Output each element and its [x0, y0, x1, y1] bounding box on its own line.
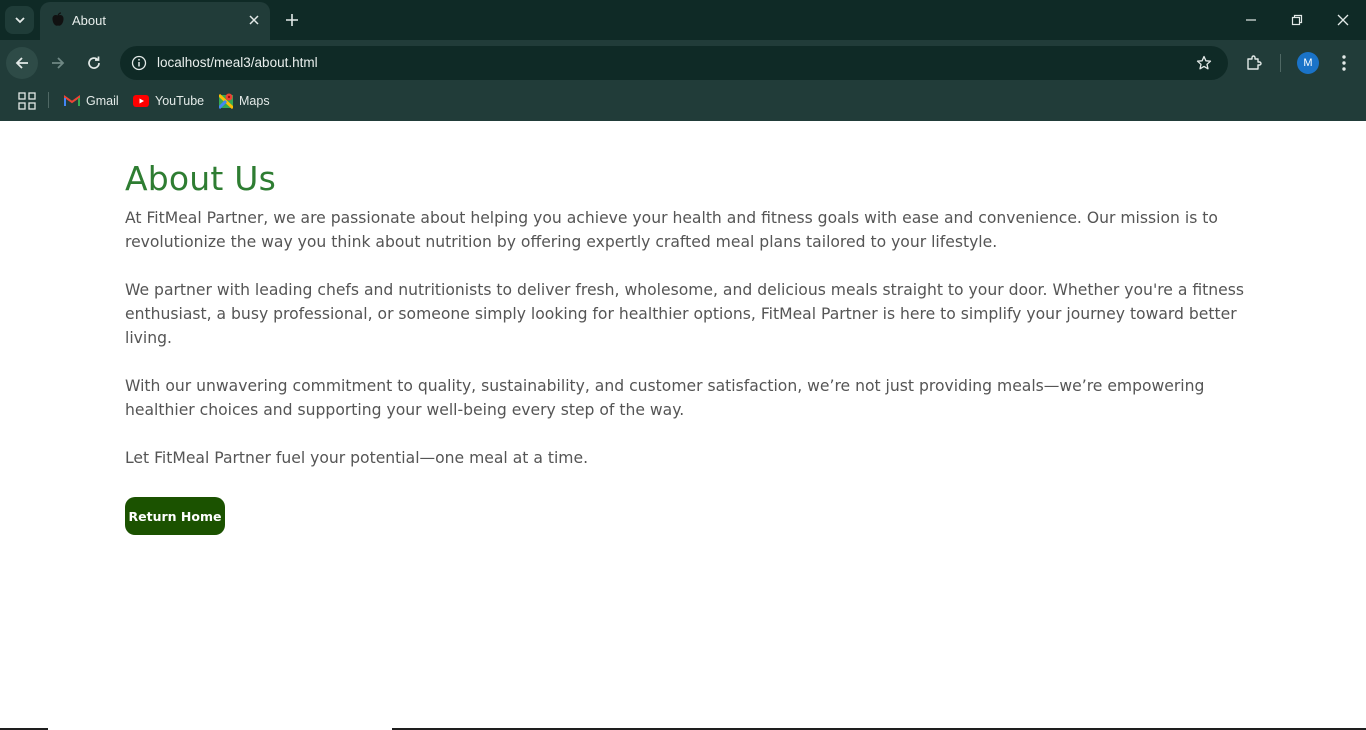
tab-title: About — [72, 13, 106, 28]
bookmark-label: YouTube — [155, 94, 205, 108]
toolbar-divider — [1280, 54, 1281, 72]
about-paragraph: We partner with leading chefs and nutrit… — [125, 281, 1245, 347]
page-viewport: About Us At FitMeal Partner, we are pass… — [0, 121, 1366, 728]
about-paragraph: At FitMeal Partner, we are passionate ab… — [125, 209, 1218, 251]
profile-avatar[interactable]: M — [1297, 52, 1319, 74]
browser-menu-button[interactable] — [1333, 52, 1355, 74]
page-title: About Us — [125, 159, 277, 198]
about-paragraph: With our unwavering commitment to qualit… — [125, 377, 1205, 419]
arrow-left-icon — [15, 57, 28, 69]
back-button[interactable] — [6, 47, 38, 79]
puzzle-icon — [1247, 55, 1262, 70]
about-paragraph: Let FitMeal Partner fuel your potential—… — [125, 449, 589, 467]
close-window-button[interactable] — [1331, 8, 1355, 32]
bookmark-youtube[interactable]: YouTube — [133, 91, 204, 111]
extensions-button[interactable] — [1243, 52, 1265, 74]
address-bar[interactable]: localhost/meal3/about.html — [120, 46, 1228, 80]
apps-grid-icon[interactable] — [18, 92, 36, 110]
new-tab-button[interactable] — [282, 10, 302, 30]
tab-search-button[interactable] — [5, 6, 34, 34]
bookmark-label: Maps — [239, 94, 270, 108]
youtube-icon — [133, 95, 149, 107]
restore-icon — [1291, 14, 1303, 26]
plus-icon — [286, 14, 298, 26]
bookmarks-divider — [48, 92, 49, 108]
restore-button[interactable] — [1285, 8, 1309, 32]
reload-icon — [88, 56, 100, 69]
site-info-button[interactable] — [130, 54, 148, 72]
minimize-button[interactable] — [1239, 8, 1263, 32]
chevron-down-icon — [14, 17, 25, 24]
arrow-right-icon — [52, 57, 65, 69]
close-icon — [249, 15, 259, 25]
url-text: localhost/meal3/about.html — [157, 55, 318, 70]
bookmark-gmail[interactable]: Gmail — [64, 91, 119, 111]
info-icon — [131, 55, 147, 71]
return-home-button[interactable]: Return Home — [125, 497, 225, 535]
apple-favicon-icon — [52, 12, 64, 26]
close-icon — [1337, 14, 1349, 26]
browser-toolbar: localhost/meal3/about.html M — [0, 40, 1366, 86]
bookmark-label: Gmail — [86, 94, 119, 108]
minimize-icon — [1246, 19, 1256, 21]
star-icon — [1196, 55, 1212, 70]
forward-button[interactable] — [42, 47, 74, 79]
tab-about[interactable]: About — [40, 2, 270, 40]
bookmarks-bar: Gmail YouTube Maps — [0, 86, 1366, 121]
tab-close-button[interactable] — [246, 12, 262, 28]
kebab-menu-icon — [1342, 55, 1346, 71]
bookmark-star-button[interactable] — [1194, 53, 1214, 73]
bookmark-maps[interactable]: Maps — [219, 91, 270, 111]
tab-strip: About — [0, 0, 1366, 40]
about-content: At FitMeal Partner, we are passionate ab… — [125, 206, 1245, 494]
maps-icon — [219, 93, 233, 109]
gmail-icon — [64, 95, 80, 106]
reload-button[interactable] — [78, 47, 110, 79]
